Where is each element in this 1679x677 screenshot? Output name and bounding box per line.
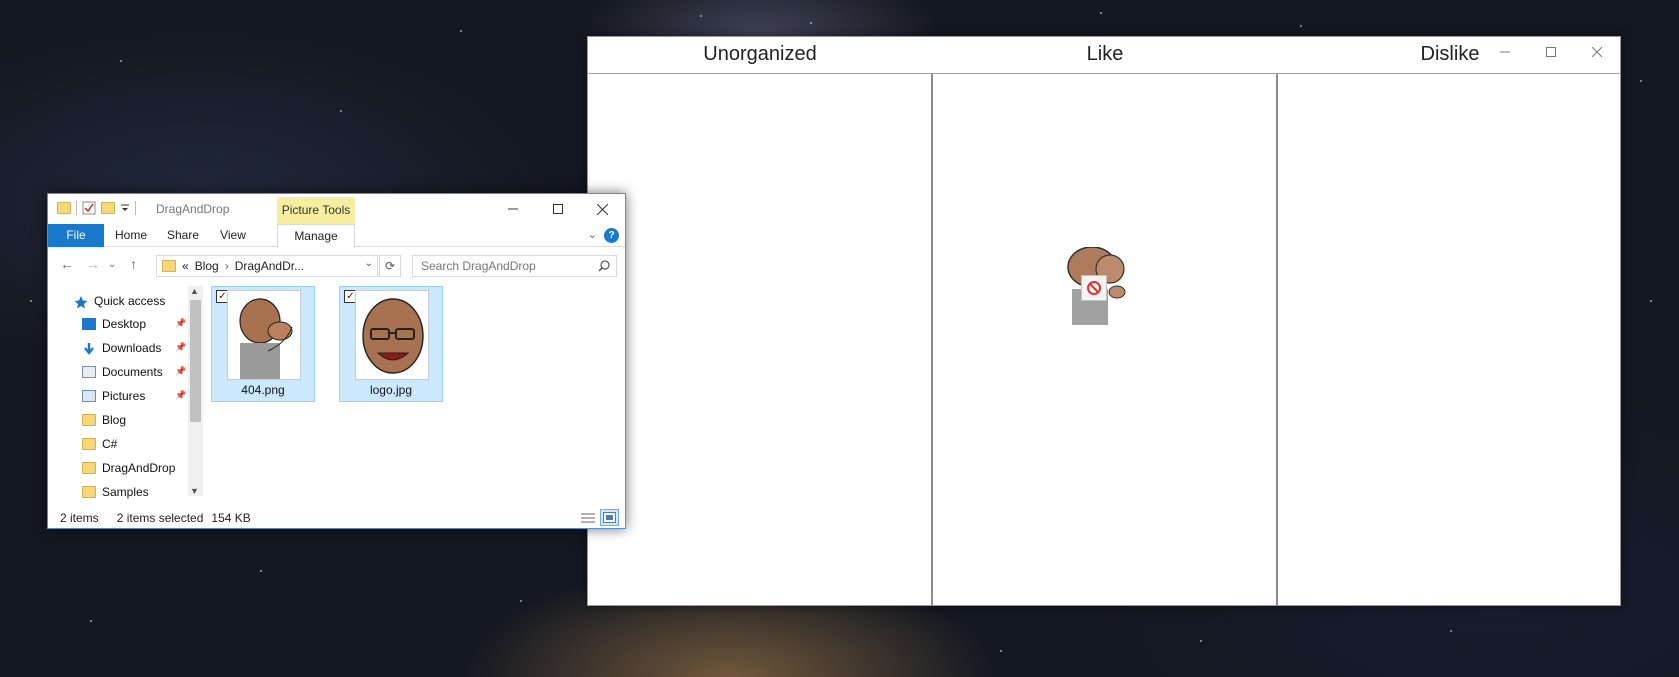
- window-controls: [490, 194, 625, 224]
- minimize-icon[interactable]: [1482, 37, 1528, 67]
- maximize-icon[interactable]: [535, 194, 580, 224]
- details-view-icon[interactable]: [578, 509, 597, 526]
- picture-tools-context-tab: Picture Tools: [277, 197, 355, 224]
- customize-toolbar-icon[interactable]: [120, 203, 130, 213]
- sidebar-item-label: Desktop: [102, 317, 147, 331]
- navigation-pane: Quick access Desktop Downloads Documents…: [48, 286, 203, 499]
- column-title-like: Like: [1086, 43, 1124, 65]
- address-row: ← → ⌄ ↑ « Blog › DragAndDr... ⌄ ⟳ Search…: [48, 248, 625, 282]
- folder-icon: [57, 202, 71, 214]
- scroll-down-icon[interactable]: ▼: [190, 486, 199, 496]
- view-switcher: [578, 509, 619, 526]
- status-selection: 2 items selected: [116, 511, 204, 525]
- sorter-window: Unorganized Like Dislike: [587, 36, 1621, 606]
- help-icon[interactable]: ?: [604, 228, 619, 243]
- no-drop-icon: [1081, 275, 1107, 301]
- file-item-logo[interactable]: ✓ logo.jpg: [339, 286, 443, 402]
- drag-preview: [1062, 246, 1128, 327]
- tab-home[interactable]: Home: [106, 224, 156, 247]
- search-icon[interactable]: [598, 260, 610, 272]
- window-controls: [1482, 37, 1620, 67]
- file-list: ✓ 404.png ✓ logo.jpg: [208, 286, 622, 498]
- large-icons-view-icon[interactable]: [600, 509, 619, 526]
- documents-icon: [82, 366, 96, 378]
- file-thumbnail: [355, 290, 429, 380]
- tab-share[interactable]: Share: [158, 224, 208, 247]
- maximize-icon[interactable]: [1528, 37, 1574, 67]
- column-dislike[interactable]: [1278, 74, 1622, 606]
- column-like[interactable]: [933, 74, 1277, 606]
- tab-file[interactable]: File: [48, 224, 104, 247]
- scrollbar-thumb[interactable]: [190, 300, 201, 422]
- close-icon[interactable]: [1574, 37, 1620, 67]
- breadcrumb-overflow[interactable]: «: [182, 259, 189, 273]
- tab-manage[interactable]: Manage: [277, 224, 355, 248]
- file-item-404[interactable]: ✓ 404.png: [211, 286, 315, 402]
- folder-icon: [82, 414, 96, 426]
- sidebar-item-label: Documents: [102, 365, 163, 379]
- ribbon-tabs: File Home Share View Manage ⌄ ?: [48, 224, 625, 248]
- navigation-scrollbar[interactable]: ▲ ▼: [188, 286, 203, 496]
- desktop-icon: [82, 318, 96, 330]
- sidebar-item-label: C#: [102, 437, 118, 451]
- new-folder-icon[interactable]: [101, 202, 115, 214]
- explorer-titlebar[interactable]: DragAndDrop Picture Tools: [48, 194, 625, 224]
- minimize-icon[interactable]: [490, 194, 535, 224]
- sidebar-item-label: Samples: [102, 485, 149, 499]
- close-icon[interactable]: [580, 194, 625, 224]
- window-title: DragAndDrop: [156, 202, 230, 216]
- file-thumbnail: [227, 290, 301, 380]
- sidebar-item-label: Quick access: [94, 294, 166, 308]
- search-placeholder: Search DragAndDrop: [421, 259, 536, 273]
- download-icon: [82, 342, 96, 355]
- folder-icon: [82, 462, 96, 474]
- status-size: 154 KB: [211, 511, 251, 525]
- up-icon[interactable]: ↑: [130, 256, 137, 272]
- column-unorganized[interactable]: [588, 74, 932, 606]
- address-bar[interactable]: « Blog › DragAndDr... ⌄: [156, 255, 378, 277]
- star-icon: [74, 295, 88, 309]
- sorter-header: Unorganized Like Dislike: [588, 37, 1620, 74]
- expand-ribbon-icon[interactable]: ⌄: [588, 228, 597, 241]
- file-name: logo.jpg: [369, 383, 413, 397]
- back-icon[interactable]: ←: [60, 256, 74, 272]
- status-bar: 2 items 2 items selected 154 KB: [48, 507, 625, 529]
- folder-icon: [82, 486, 96, 498]
- search-input[interactable]: Search DragAndDrop: [412, 255, 617, 277]
- tab-view[interactable]: View: [210, 224, 256, 247]
- refresh-icon[interactable]: ⟳: [379, 255, 401, 277]
- folder-icon: [82, 438, 96, 450]
- scroll-up-icon[interactable]: ▲: [190, 286, 199, 296]
- quick-access-toolbar: [57, 201, 136, 215]
- address-dropdown-icon[interactable]: ⌄: [365, 258, 373, 269]
- sidebar-item-label: Downloads: [102, 341, 162, 355]
- file-explorer-window: DragAndDrop Picture Tools File Home Shar…: [47, 193, 626, 529]
- folder-icon: [162, 260, 176, 272]
- status-item-count: 2 items: [60, 511, 99, 525]
- column-title-unorganized: Unorganized: [703, 43, 817, 65]
- breadcrumb-blog[interactable]: Blog: [195, 259, 219, 273]
- forward-icon[interactable]: →: [86, 256, 100, 272]
- breadcrumb-draganddrop[interactable]: DragAndDr...: [235, 259, 304, 273]
- sidebar-item-label: DragAndDrop: [102, 461, 176, 475]
- properties-icon[interactable]: [82, 201, 96, 215]
- pictures-icon: [82, 390, 96, 402]
- file-name: 404.png: [241, 383, 285, 397]
- recent-locations-icon[interactable]: ⌄: [108, 259, 116, 270]
- sidebar-item-label: Pictures: [102, 389, 146, 403]
- sidebar-item-label: Blog: [102, 413, 127, 427]
- breadcrumb-separator-icon: ›: [224, 259, 229, 273]
